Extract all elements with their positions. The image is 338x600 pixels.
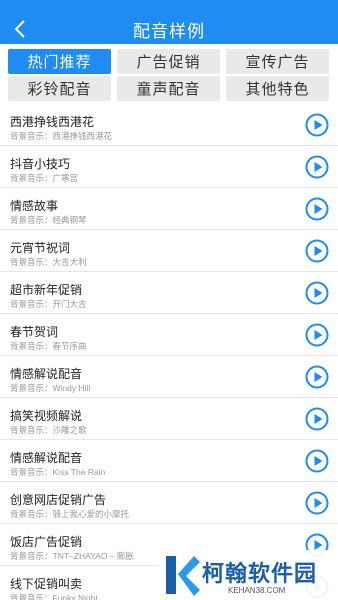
music-name: 沙雕之歌 — [52, 425, 87, 435]
music-label: 背景音乐： — [10, 383, 53, 393]
music-label: 背景音乐： — [10, 425, 53, 435]
play-icon[interactable] — [305, 155, 329, 179]
list-item[interactable]: 情感解说配音 背景音乐：Kiss The Rain — [0, 440, 338, 482]
category-tabs: 热门推荐 广告促销 宣传广告 彩铃配音 童声配音 其他特色 — [0, 44, 338, 104]
item-music: 背景音乐：Funky Night — [10, 592, 98, 600]
music-label: 背景音乐： — [10, 257, 53, 267]
list-item[interactable]: 超市新年促销 背景音乐：开门大吉 — [0, 272, 338, 314]
music-label: 背景音乐： — [10, 593, 53, 600]
tab-ad-promo[interactable]: 广告促销 — [117, 49, 220, 74]
play-icon[interactable] — [305, 407, 329, 431]
watermark-url: KEHAN38.COM — [228, 586, 286, 595]
item-title: 春节贺词 — [10, 325, 59, 339]
item-music: 背景音乐：春节序曲 — [10, 340, 87, 352]
play-icon[interactable] — [305, 365, 329, 389]
item-music: 背景音乐：沙雕之歌 — [10, 424, 87, 436]
music-name: 西港挣钱西港花 — [52, 131, 113, 141]
music-label: 背景音乐： — [10, 299, 53, 309]
play-icon[interactable] — [305, 449, 329, 473]
music-label: 背景音乐： — [10, 215, 53, 225]
play-icon[interactable] — [305, 323, 329, 347]
item-title: 搞笑视频解说 — [10, 409, 83, 423]
list-item[interactable]: 西港挣钱西港花 背景音乐：西港挣钱西港花 — [0, 104, 338, 146]
music-label: 背景音乐： — [10, 467, 53, 477]
music-label: 背景音乐： — [10, 341, 53, 351]
item-title: 情感故事 — [10, 199, 59, 213]
music-name: Funky Night — [52, 593, 98, 600]
item-title: 超市新年促销 — [10, 283, 83, 297]
play-icon[interactable] — [305, 491, 329, 515]
tab-other[interactable]: 其他特色 — [226, 76, 329, 101]
item-title: 创意网店促销广告 — [10, 493, 107, 507]
item-music: 背景音乐：大吉大利 — [10, 256, 87, 268]
item-music: 背景音乐：广寒宫 — [10, 172, 78, 184]
kehan-logo-icon — [166, 556, 200, 596]
item-title: 饭店广告促销 — [10, 535, 83, 549]
item-music: 背景音乐：Kiss The Rain — [10, 466, 105, 478]
item-music: 背景音乐：西港挣钱西港花 — [10, 130, 112, 142]
item-music: 背景音乐：骑上我心爱的小摩托 — [10, 508, 129, 520]
list-item[interactable]: 创意网店促销广告 背景音乐：骑上我心爱的小摩托 — [0, 482, 338, 524]
tab-hot[interactable]: 热门推荐 — [8, 49, 111, 74]
music-name: Kiss The Rain — [52, 467, 106, 477]
list-item[interactable]: 抖音小技巧 背景音乐：广寒宫 — [0, 146, 338, 188]
sample-list: 西港挣钱西港花 背景音乐：西港挣钱西港花 抖音小技巧 背景音乐：广寒宫 情感故事 背景音乐… — [0, 104, 338, 600]
item-music: 背景音乐：TNT–ZHAYAO – 膨胀 — [10, 550, 134, 562]
list-item[interactable]: 元宵节祝词 背景音乐：大吉大利 — [0, 230, 338, 272]
item-title: 线下促销叫卖 — [10, 577, 83, 591]
page-title: 配音样例 — [133, 22, 205, 41]
play-icon[interactable] — [305, 239, 329, 263]
tab-publicity[interactable]: 宣传广告 — [226, 49, 329, 74]
item-title: 情感解说配音 — [10, 367, 83, 381]
music-name: 广寒宫 — [52, 173, 79, 183]
tab-ringtone[interactable]: 彩铃配音 — [8, 76, 111, 101]
tab-child-voice[interactable]: 童声配音 — [117, 76, 220, 101]
item-title: 元宵节祝词 — [10, 241, 71, 255]
list-item[interactable]: 搞笑视频解说 背景音乐：沙雕之歌 — [0, 398, 338, 440]
item-title: 抖音小技巧 — [10, 157, 71, 171]
play-icon[interactable] — [305, 281, 329, 305]
watermark: 柯翰软件园 KEHAN38.COM — [158, 550, 338, 600]
item-music: 背景音乐：经典钢琴 — [10, 214, 87, 226]
music-name: TNT–ZHAYAO – 膨胀 — [52, 551, 134, 561]
watermark-name: 柯翰软件园 — [202, 561, 318, 586]
music-name: 大吉大利 — [52, 257, 87, 267]
music-label: 背景音乐： — [10, 551, 53, 561]
item-music: 背景音乐：开门大吉 — [10, 298, 87, 310]
item-title: 情感解说配音 — [10, 451, 83, 465]
play-icon[interactable] — [305, 113, 329, 137]
music-label: 背景音乐： — [10, 509, 53, 519]
item-music: 背景音乐：Windy Hill — [10, 382, 90, 394]
list-item[interactable]: 情感解说配音 背景音乐：Windy Hill — [0, 356, 338, 398]
play-icon[interactable] — [305, 197, 329, 221]
list-item[interactable]: 春节贺词 背景音乐：春节序曲 — [0, 314, 338, 356]
music-name: 开门大吉 — [52, 299, 87, 309]
item-title: 西港挣钱西港花 — [10, 115, 95, 129]
music-name: 春节序曲 — [52, 341, 87, 351]
list-item[interactable]: 情感故事 背景音乐：经典钢琴 — [0, 188, 338, 230]
music-label: 背景音乐： — [10, 131, 53, 141]
music-name: Windy Hill — [52, 383, 91, 393]
music-name: 经典钢琴 — [52, 215, 87, 225]
music-name: 骑上我心爱的小摩托 — [52, 509, 130, 519]
music-label: 背景音乐： — [10, 173, 53, 183]
